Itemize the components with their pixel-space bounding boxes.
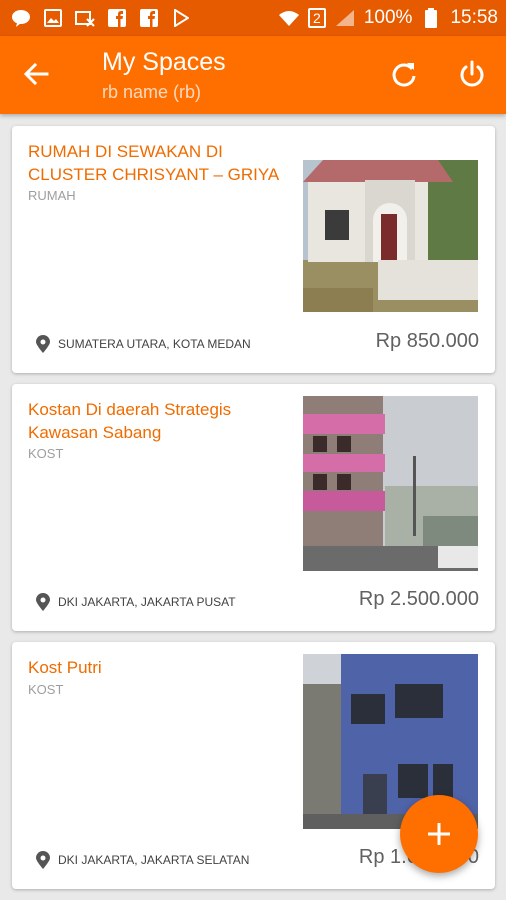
logout-button[interactable] bbox=[454, 56, 490, 92]
listing-location: SUMATERA UTARA, KOTA MEDAN bbox=[36, 335, 251, 353]
listing-card[interactable]: Kostan Di daerah Strategis Kawasan Saban… bbox=[12, 384, 495, 631]
listing-title: Kost Putri bbox=[28, 658, 102, 677]
listing-location-text: DKI JAKARTA, JAKARTA PUSAT bbox=[58, 595, 236, 609]
location-pin-icon bbox=[36, 593, 50, 611]
listing-location: DKI JAKARTA, JAKARTA SELATAN bbox=[36, 851, 249, 869]
status-bar: 2 100% 15:58 bbox=[0, 0, 506, 36]
line-icon bbox=[10, 8, 32, 28]
clock: 15:58 bbox=[450, 7, 498, 28]
power-icon bbox=[460, 60, 484, 87]
plus-icon bbox=[428, 823, 450, 845]
app-bar: My Spaces rb name (rb) bbox=[0, 36, 506, 114]
system-indicators: 2 100% 15:58 bbox=[278, 7, 498, 29]
listing-location-text: SUMATERA UTARA, KOTA MEDAN bbox=[58, 337, 251, 351]
listing-type: KOST bbox=[28, 682, 64, 697]
signal-icon bbox=[334, 8, 356, 28]
missed-call-icon bbox=[74, 8, 96, 28]
listing-title: Kostan Di daerah Strategis Kawasan Saban… bbox=[28, 400, 232, 442]
location-pin-icon bbox=[36, 851, 50, 869]
play-store-icon bbox=[170, 8, 192, 28]
app-bar-titles: My Spaces rb name (rb) bbox=[102, 46, 226, 104]
listing-price: Rp 850.000 bbox=[375, 330, 479, 352]
listing-location-text: DKI JAKARTA, JAKARTA SELATAN bbox=[58, 853, 250, 867]
page-subtitle: rb name (rb) bbox=[102, 82, 202, 102]
facebook-icon bbox=[138, 8, 160, 28]
image-icon bbox=[42, 8, 64, 28]
add-space-button[interactable] bbox=[400, 795, 478, 873]
listing-photo bbox=[303, 160, 478, 312]
listing-photo bbox=[303, 396, 478, 571]
listing-title: RUMAH DI SEWAKAN DI CLUSTER CHRISYANT – … bbox=[28, 142, 280, 184]
battery-icon bbox=[420, 8, 442, 28]
listing-list: RUMAH DI SEWAKAN DI CLUSTER CHRISYANT – … bbox=[12, 126, 495, 900]
refresh-icon bbox=[392, 63, 416, 87]
back-button[interactable] bbox=[18, 56, 54, 92]
facebook-icon bbox=[106, 8, 128, 28]
listing-type: KOST bbox=[28, 446, 64, 461]
refresh-button[interactable] bbox=[386, 56, 422, 92]
listing-price: Rp 2.500.000 bbox=[358, 588, 479, 610]
sim-badge: 2 bbox=[308, 8, 326, 28]
battery-percent: 100% bbox=[363, 7, 413, 28]
listing-type: RUMAH bbox=[28, 188, 76, 203]
page-title: My Spaces bbox=[102, 48, 226, 76]
arrow-back-icon bbox=[23, 62, 49, 86]
listing-location: DKI JAKARTA, JAKARTA PUSAT bbox=[36, 593, 236, 611]
location-pin-icon bbox=[36, 335, 50, 353]
listing-card[interactable]: RUMAH DI SEWAKAN DI CLUSTER CHRISYANT – … bbox=[12, 126, 495, 373]
wifi-icon bbox=[278, 8, 300, 28]
notification-icons bbox=[10, 8, 192, 28]
